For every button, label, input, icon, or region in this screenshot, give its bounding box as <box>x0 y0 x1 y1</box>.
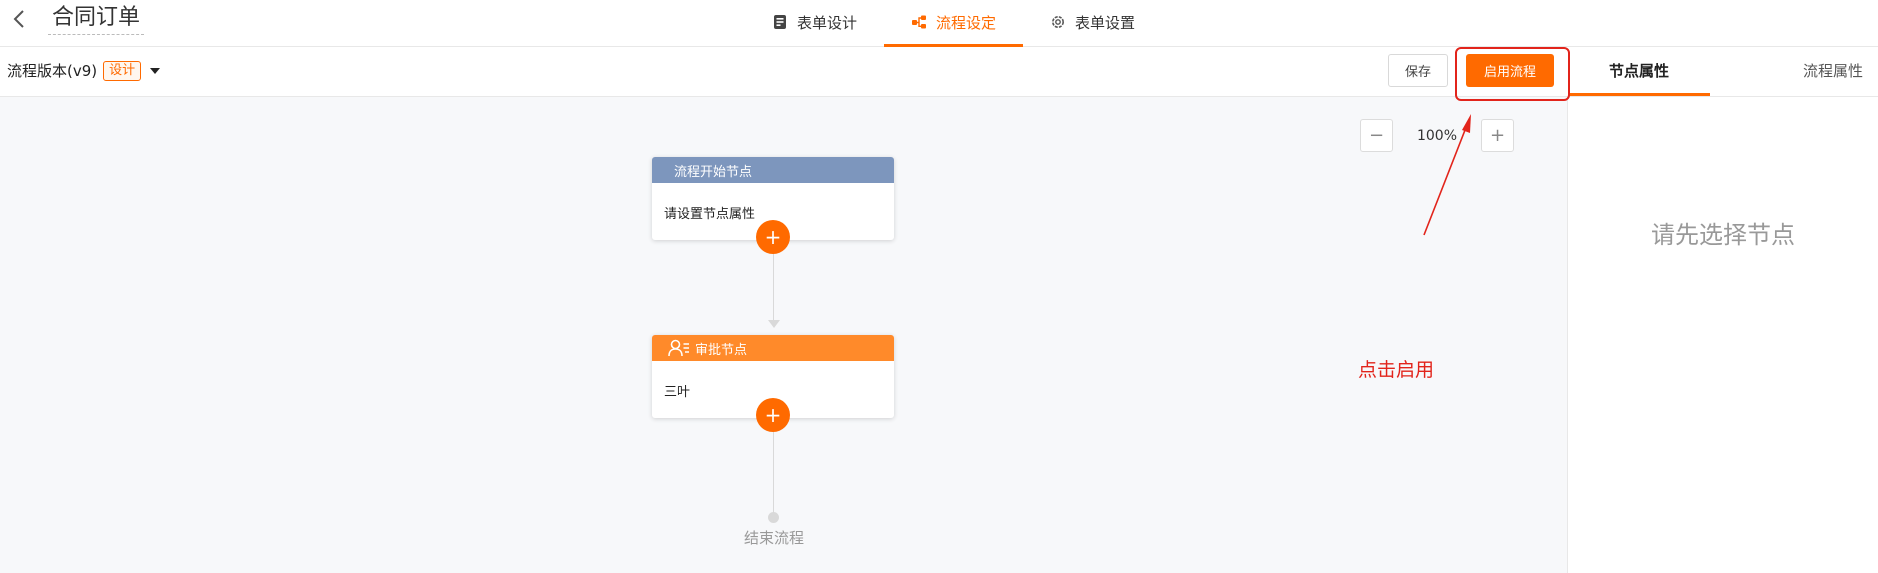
connector-line <box>773 254 774 320</box>
version-selector[interactable]: 流程版本(v9) 设计 <box>7 60 161 81</box>
version-status-badge: 设计 <box>103 60 142 81</box>
add-node-button[interactable]: + <box>756 220 790 254</box>
form-icon <box>772 14 788 30</box>
save-button[interactable]: 保存 <box>1388 54 1448 87</box>
zoom-out-button[interactable]: − <box>1360 119 1393 152</box>
start-node-title: 流程开始节点 <box>652 157 894 183</box>
flow-icon <box>911 14 927 30</box>
tab-form-settings-label: 表单设置 <box>1075 13 1136 32</box>
caret-down-icon <box>150 67 161 74</box>
add-node-button[interactable]: + <box>756 398 790 432</box>
flow-toolbar: 流程版本(v9) 设计 保存 启用流程 <box>0 47 1568 97</box>
enable-flow-button[interactable]: 启用流程 <box>1466 54 1554 87</box>
gear-icon <box>1050 14 1066 30</box>
tab-flow-setting[interactable]: 流程设定 <box>884 0 1024 47</box>
approval-node-header: 审批节点 <box>652 335 894 361</box>
node-properties-panel: 请先选择节点 <box>1568 97 1878 573</box>
connector-line <box>773 432 774 514</box>
back-icon[interactable] <box>10 8 28 30</box>
tab-form-settings[interactable]: 表单设置 <box>1023 0 1162 47</box>
version-label: 流程版本(v9) <box>7 62 98 80</box>
empty-tip: 请先选择节点 <box>1651 221 1795 249</box>
tab-form-design-label: 表单设计 <box>797 13 858 32</box>
flow-canvas[interactable]: − 100% + 流程开始节点 请设置节点属性 + 审批节点 三叶 + 结束流程… <box>0 97 1568 573</box>
top-tabs: 表单设计 流程设定 表单设置 <box>745 0 1162 47</box>
approval-node-title: 审批节点 <box>695 342 748 358</box>
zoom-level: 100% <box>1416 127 1458 144</box>
connector-arrow-icon <box>768 320 780 328</box>
end-flow-label: 结束流程 <box>743 529 804 547</box>
annotation-text: 点击启用 <box>1358 359 1435 381</box>
zoom-in-button[interactable]: + <box>1481 119 1514 152</box>
tab-node-properties[interactable]: 节点属性 <box>1568 47 1710 96</box>
tab-flow-setting-label: 流程设定 <box>936 13 997 32</box>
tab-flow-properties[interactable]: 流程属性 <box>1768 47 1878 93</box>
top-header: 合同订单 表单设计 流程设定 表单设置 <box>0 0 1878 47</box>
end-dot-icon <box>768 512 779 523</box>
page-title[interactable]: 合同订单 <box>48 4 145 35</box>
right-panel-tabs: 节点属性 流程属性 <box>1568 47 1878 97</box>
user-approval-icon <box>668 339 689 357</box>
zoom-control: − 100% + <box>1360 119 1514 152</box>
tab-form-design[interactable]: 表单设计 <box>745 0 884 47</box>
